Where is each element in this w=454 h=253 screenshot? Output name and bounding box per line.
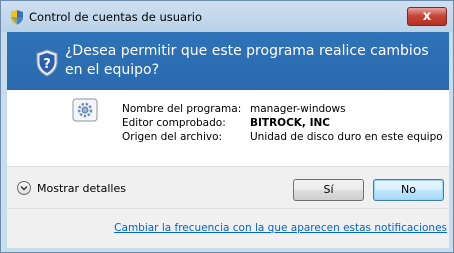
shield-icon <box>11 10 23 25</box>
window-title: Control de cuentas de usuario <box>29 10 203 24</box>
question-text: ¿Desea permitir que este programa realic… <box>65 43 429 78</box>
question-header: ? ¿Desea permitir que este programa real… <box>7 32 449 90</box>
publisher-value: BITROCK, INC <box>250 117 330 129</box>
svg-text:?: ? <box>43 57 51 72</box>
uac-dialog: Control de cuentas de usuario x ? ¿Desea… <box>0 0 454 253</box>
program-name-label: Nombre del programa: <box>122 103 242 115</box>
title-bar: Control de cuentas de usuario x <box>1 1 453 32</box>
action-bar: Mostrar detalles Sí No <box>7 166 449 208</box>
show-details-label: Mostrar detalles <box>37 181 126 195</box>
close-icon: x <box>422 9 432 24</box>
publisher-label: Editor comprobado: <box>122 117 226 129</box>
footer: Cambiar la frecuencia con la que aparece… <box>7 208 449 248</box>
notification-settings-link[interactable]: Cambiar la frecuencia con la que aparece… <box>114 222 447 234</box>
file-origin-label: Origen del archivo: <box>122 131 223 143</box>
program-icon <box>72 98 98 122</box>
show-details-toggle[interactable]: Mostrar detalles <box>17 181 126 195</box>
no-button[interactable]: No <box>373 179 444 201</box>
uac-shield-icon: ? <box>36 49 58 77</box>
chevron-down-icon <box>17 181 31 195</box>
close-button[interactable]: x <box>407 7 447 26</box>
program-info-panel: Nombre del programa: manager-windows Edi… <box>7 90 449 166</box>
program-name-value: manager-windows <box>250 103 346 115</box>
yes-button[interactable]: Sí <box>293 179 364 201</box>
file-origin-value: Unidad de disco duro en este equipo <box>250 131 443 143</box>
